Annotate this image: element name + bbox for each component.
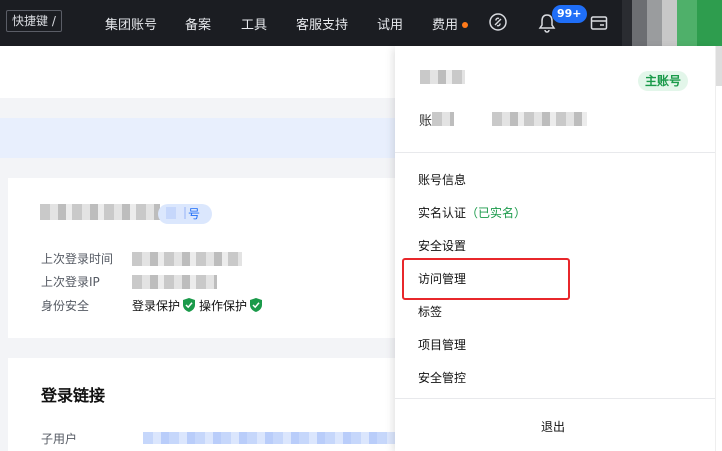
- real-name-auth-label: 实名认证: [418, 206, 467, 220]
- account-label-redacted: [432, 112, 454, 126]
- account-type-redacted: [166, 207, 186, 219]
- avatar[interactable]: [622, 0, 722, 46]
- account-id-redacted: [492, 112, 587, 126]
- scrollbar[interactable]: [715, 46, 722, 451]
- last-login-time-label: 上次登录时间: [41, 252, 114, 266]
- link-icon[interactable]: [488, 12, 508, 32]
- sub-user-link-redacted[interactable]: [143, 432, 395, 444]
- last-login-time-redacted: [132, 252, 242, 266]
- username-redacted: [420, 70, 465, 84]
- shield-check-icon: [250, 298, 263, 312]
- account-id-label: 账: [419, 114, 433, 129]
- ticket-icon[interactable]: [590, 14, 610, 34]
- menu-item-security-control[interactable]: 安全管控: [418, 369, 466, 386]
- menu-item-account-info[interactable]: 账号信息: [418, 171, 466, 188]
- nav-billing-label: 费用: [432, 18, 459, 33]
- logout-button[interactable]: 退出: [541, 418, 565, 435]
- last-login-ip-redacted: [132, 275, 217, 289]
- notice-banner: [0, 118, 395, 158]
- billing-dot-indicator: [462, 21, 469, 28]
- security-status: 登录保护 操作保护: [132, 297, 266, 314]
- menu-item-real-name-auth[interactable]: 实名认证（已实名）: [418, 204, 526, 221]
- verified-status: （已实名）: [466, 206, 527, 220]
- shield-check-icon: [183, 298, 196, 312]
- last-login-ip-label: 上次登录IP: [41, 275, 100, 289]
- login-protection-label: 登录保护: [132, 299, 181, 313]
- notification-count-badge: 99+: [552, 5, 587, 23]
- identity-security-label: 身份安全: [41, 299, 90, 313]
- divider: [395, 398, 715, 399]
- highlight-box-access-management: [402, 258, 570, 300]
- top-navigation-bar: 快捷键 / 集团账号 备案 工具 客服支持 试用 费用 99+: [0, 0, 722, 46]
- login-links-title: 登录链接: [41, 386, 106, 405]
- nav-support[interactable]: 客服支持: [296, 14, 348, 33]
- menu-item-tags[interactable]: 标签: [418, 303, 442, 320]
- account-name-redacted: [40, 204, 160, 220]
- scrollbar-thumb[interactable]: [716, 46, 722, 86]
- account-id-row: 账: [419, 110, 432, 129]
- account-type-tag: 号: [158, 204, 213, 224]
- shortcut-button[interactable]: 快捷键 /: [6, 10, 62, 32]
- nav-group-account[interactable]: 集团账号: [105, 14, 157, 33]
- account-dropdown-menu: 主账号 账 账号信息 实名认证（已实名） 安全设置 访问管理 标签 项目管理 安…: [395, 46, 715, 451]
- nav-tools[interactable]: 工具: [241, 14, 267, 33]
- page-header: [0, 46, 395, 98]
- menu-item-project-management[interactable]: 项目管理: [418, 336, 466, 353]
- nav-trial[interactable]: 试用: [377, 14, 403, 33]
- nav-filing[interactable]: 备案: [185, 14, 211, 33]
- sub-user-label: 子用户: [41, 432, 78, 446]
- divider: [395, 152, 715, 153]
- nav-billing[interactable]: 费用: [432, 14, 469, 33]
- account-type-suffix: 号: [188, 207, 201, 221]
- operation-protection-label: 操作保护: [199, 299, 248, 313]
- main-account-badge: 主账号: [638, 71, 689, 91]
- menu-item-security-settings[interactable]: 安全设置: [418, 237, 466, 254]
